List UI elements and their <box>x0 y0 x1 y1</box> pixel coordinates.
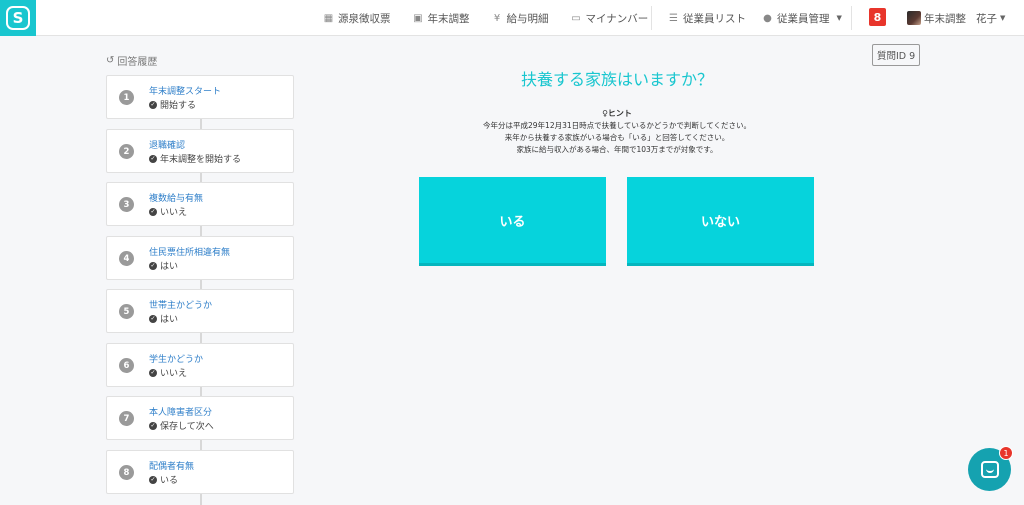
nav-my-number[interactable]: ▭ マイナンバー <box>571 11 649 26</box>
question-title: 扶養する家族はいますか？ <box>520 70 713 89</box>
nav-label: マイナンバー <box>585 12 649 25</box>
history-question: 本人障害者区分 <box>149 408 213 418</box>
step-number: 7 <box>119 411 134 426</box>
history-question: 複数給与有無 <box>149 194 204 204</box>
step-number: 8 <box>119 465 134 480</box>
history-question: 住民票住所相違有無 <box>149 248 231 258</box>
user-org: 年末調整 <box>924 12 966 25</box>
check-circle-icon: ✓ <box>149 261 157 270</box>
step-number: 5 <box>119 304 134 319</box>
question-id-badge: 質問ID 9 <box>872 44 921 66</box>
user-name: 花子 <box>976 12 997 25</box>
nav-label: 従業員管理 <box>777 12 830 25</box>
history-answer: ✓ はい <box>149 261 179 272</box>
id-card-icon: ▭ <box>571 12 581 24</box>
history-item[interactable]: 6 学生かどうか ✓ いいえ <box>106 343 294 387</box>
step-number: 2 <box>119 144 134 159</box>
answer-yes-button[interactable]: いる <box>419 177 606 266</box>
history-answer: ✓ いいえ <box>149 368 188 379</box>
history-title: ↺ 回答履歴 <box>106 55 158 68</box>
step-number: 1 <box>119 90 134 105</box>
nav-divider <box>851 6 852 30</box>
history-item[interactable]: 4 住民票住所相違有無 ✓ はい <box>106 236 294 280</box>
history-answer: ✓ 保存して次へ <box>149 421 214 432</box>
check-circle-icon: ✓ <box>149 207 157 216</box>
nav-payslip[interactable]: ¥ 給与明細 <box>492 11 549 26</box>
history-answer: ✓ 年末調整を開始する <box>149 154 242 165</box>
chevron-down-icon: ▼ <box>1000 14 1006 22</box>
history-item[interactable]: 3 複数給与有無 ✓ いいえ <box>106 182 294 226</box>
history-item[interactable]: 2 退職確認 ✓ 年末調整を開始する <box>106 129 294 173</box>
calendar-icon: ▣ <box>413 12 423 24</box>
step-number: 6 <box>119 358 134 373</box>
history-question: 世帯主かどうか <box>149 301 213 311</box>
nav-label: 年末調整 <box>427 12 470 25</box>
check-circle-icon: ✓ <box>149 314 157 323</box>
yen-icon: ¥ <box>493 12 501 24</box>
logo-icon: S <box>6 6 30 30</box>
nav-employee-management[interactable]: ● 従業員管理 ▼ <box>762 11 842 26</box>
step-number: 4 <box>119 251 134 266</box>
nav-year-end-adjustment[interactable]: ▣ 年末調整 <box>413 11 470 26</box>
app-logo[interactable]: S <box>0 0 36 36</box>
history-item[interactable]: 8 配偶者有無 ✓ いる <box>106 450 294 494</box>
history-answer: ✓ はい <box>149 314 179 325</box>
top-header: S ▦ 源泉徴収票 ▣ 年末調整 ¥ 給与明細 ▭ マイナンバー ☰ 従業員リス… <box>0 0 1024 36</box>
nav-employee-list[interactable]: ☰ 従業員リスト <box>668 11 746 26</box>
history-question: 退職確認 <box>149 141 186 151</box>
history-question: 学生かどうか <box>149 355 204 365</box>
nav-label: 源泉徴収票 <box>338 12 391 25</box>
chat-unread-badge: 1 <box>999 446 1013 460</box>
check-circle-icon: ✓ <box>149 421 157 430</box>
history-answer: ✓ いいえ <box>149 207 188 218</box>
user-menu[interactable]: 年末調整 花子 ▼ <box>907 0 1005 36</box>
employee-nav: ☰ 従業員リスト ● 従業員管理 ▼ <box>668 0 842 36</box>
hint-text: 来年から扶養する家族がいる場合も「いる」と回答してください。 <box>504 133 730 142</box>
check-circle-icon: ✓ <box>149 475 157 484</box>
nav-label: 給与明細 <box>506 12 549 25</box>
chat-icon <box>980 461 999 478</box>
history-question: 年末調整スタート <box>149 87 222 97</box>
chevron-down-icon: ▼ <box>836 14 842 22</box>
history-icon: ↺ <box>106 55 115 66</box>
calculator-icon: ▦ <box>323 12 334 24</box>
nav-bar: ▦ 源泉徴収票 ▣ 年末調整 ¥ 給与明細 ▭ マイナンバー <box>323 0 649 36</box>
notification-badge[interactable]: 8 <box>869 8 886 26</box>
history-answer: ✓ いる <box>149 475 179 486</box>
history-question: 配偶者有無 <box>149 462 195 472</box>
check-circle-icon: ✓ <box>149 154 157 163</box>
nav-withholding-slip[interactable]: ▦ 源泉徴収票 <box>323 11 391 26</box>
step-number: 3 <box>119 197 134 212</box>
list-icon: ☰ <box>669 12 678 24</box>
nav-label: 従業員リスト <box>683 12 746 25</box>
user-icon: ● <box>763 12 772 24</box>
answer-no-button[interactable]: いない <box>627 177 814 266</box>
hint-text: 家族に給与収入がある場合、年間で103万までが対象です。 <box>516 145 718 154</box>
avatar <box>907 11 921 25</box>
nav-divider <box>651 6 652 30</box>
history-item[interactable]: 5 世帯主かどうか ✓ はい <box>106 289 294 333</box>
check-circle-icon: ✓ <box>149 100 157 109</box>
history-answer: ✓ 開始する <box>149 100 197 111</box>
hint-text: 今年分は平成29年12月31日時点で扶養しているかどうかで判断してください。 <box>483 121 751 130</box>
hint-label: ♀ヒント <box>602 109 632 118</box>
history-item[interactable]: 7 本人障害者区分 ✓ 保存して次へ <box>106 396 294 440</box>
check-circle-icon: ✓ <box>149 368 157 377</box>
history-item[interactable]: 1 年末調整スタート ✓ 開始する <box>106 75 294 119</box>
